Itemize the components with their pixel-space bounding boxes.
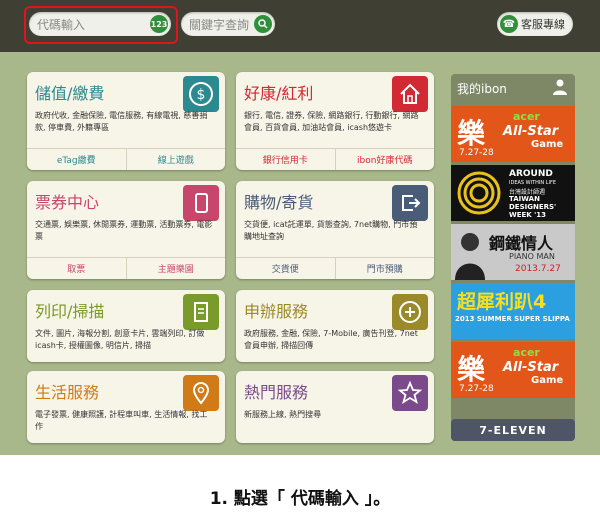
- link-delivery-service[interactable]: 交貨便: [236, 258, 335, 279]
- link-online-games[interactable]: 線上遊戲: [125, 149, 226, 170]
- card-description: 文件, 圖片, 海報分割, 創意卡片, 雲端列印, 訂做icash卡, 授權圖像…: [35, 329, 205, 350]
- banner-all-star: All-Star: [503, 124, 559, 139]
- card-description: 電子發票, 健康照護, 計程車叫車, 生活情報, 找工作: [35, 410, 208, 431]
- link-store-preorder[interactable]: 門市預購: [334, 258, 435, 279]
- card-description: 政府代收, 金融保險, 電信服務, 有線電視, 慈善捐款, 停車費, 外籍專區: [35, 111, 208, 132]
- banner-big-char: 樂: [457, 353, 486, 386]
- card-title: 申辦服務: [244, 302, 309, 321]
- link-etag-payment[interactable]: eTag繳費: [27, 149, 126, 170]
- seven-eleven-logo[interactable]: 7-ELEVEN: [451, 419, 575, 441]
- person-icon: [551, 78, 569, 96]
- card-links: 銀行信用卡 ibon好康代碼: [236, 148, 434, 170]
- banner-game: Game: [531, 139, 564, 150]
- banner-title: 超犀利趴4: [457, 291, 547, 313]
- banner-all-star: All-Star: [503, 360, 559, 375]
- phone-icon: ☎: [500, 15, 518, 33]
- banner-big-char: 樂: [457, 117, 486, 150]
- banner-game: Game: [531, 375, 564, 386]
- document-icon: [183, 294, 219, 330]
- banner-subtitle: 2013 SUMMER SUPER SLIPPA: [455, 315, 570, 323]
- card-topup-payment[interactable]: 儲值/繳費 $ 政府代收, 金融保險, 電信服務, 有線電視, 慈善捐款, 停車…: [27, 72, 225, 170]
- card-application-services[interactable]: 申辦服務 政府服務, 金融, 保險, 7-Mobile, 廣告刊登, 7net會…: [236, 290, 434, 362]
- card-title: 儲值/繳費: [35, 84, 105, 103]
- card-links: 交貨便 門市預購: [236, 257, 434, 279]
- banner-title: 鋼鐵情人: [489, 234, 554, 253]
- banner-super-slippa[interactable]: 超犀利趴4 2013 SUMMER SUPER SLIPPA: [451, 283, 575, 339]
- link-bank-credit-card[interactable]: 銀行信用卡: [236, 149, 335, 170]
- share-icon: [392, 185, 428, 221]
- banner-taiwan: TAIWAN: [509, 195, 540, 203]
- banner-around: AROUND: [509, 169, 553, 179]
- card-popular-services[interactable]: 熱門服務 新服務上線, 熱門搜尋: [236, 371, 434, 443]
- instruction-caption: 1. 點選「 代碼輸入 」。: [209, 489, 391, 509]
- banner-ideas: IDEAS WITHIN LIFE: [509, 180, 556, 186]
- banner-acer: acer: [513, 110, 540, 123]
- card-print-scan[interactable]: 列印/掃描 文件, 圖片, 海報分割, 創意卡片, 雲端列印, 訂做icash卡…: [27, 290, 225, 362]
- keyword-search-placeholder: 關鍵字查詢: [189, 17, 250, 32]
- card-title: 購物/寄貨: [244, 193, 314, 212]
- star-icon: [392, 375, 428, 411]
- banner-all-star-game-2[interactable]: 樂 acer All-Star Game 7.27-28: [451, 342, 575, 398]
- customer-service-button[interactable]: ☎ 客服專線: [497, 12, 573, 36]
- card-title: 列印/掃描: [35, 302, 105, 321]
- ticket-icon: [183, 185, 219, 221]
- banner-acer: acer: [513, 346, 540, 359]
- card-description: 新服務上線, 熱門搜尋: [244, 410, 322, 419]
- banner-all-star-game[interactable]: 樂 acer All-Star Game 7.27-28: [451, 106, 575, 162]
- search-icon[interactable]: [254, 15, 272, 33]
- banner-designers: DESIGNERS': [509, 203, 557, 211]
- card-offers-bonus[interactable]: 好康/紅利 銀行, 電信, 證券, 保險, 網路銀行, 行動銀行, 網路會員, …: [236, 72, 434, 170]
- banner-date: 2013.7.27: [515, 264, 561, 274]
- banner-subtitle: PIANO MAN: [509, 252, 555, 261]
- card-title: 票券中心: [35, 193, 100, 212]
- card-description: 交貨便, icat託運單, 貨態查詢, 7net購物, 門市預購地址查詢: [244, 220, 418, 241]
- svg-text:$: $: [197, 87, 206, 103]
- my-ibon-sidebar: 我的ibon 樂 acer All-Star Game 7.27-28 AROU…: [451, 74, 575, 441]
- card-links: eTag繳費 線上遊戲: [27, 148, 225, 170]
- card-ticket-center[interactable]: 票券中心 交通票, 娛樂票, 休閒票券, 運動票, 活動票券, 電影票 取票 主…: [27, 181, 225, 279]
- plus-icon: [392, 294, 428, 330]
- card-life-services[interactable]: 生活服務 電子發票, 健康照護, 計程車叫車, 生活情報, 找工作: [27, 371, 225, 443]
- banner-piano-man[interactable]: 鋼鐵情人 PIANO MAN 2013.7.27: [451, 224, 575, 280]
- dollar-icon: $: [183, 76, 219, 112]
- link-ibon-offer-code[interactable]: ibon好康代碼: [334, 149, 435, 170]
- banner-date: 7.27-28: [459, 384, 494, 394]
- person-photo-icon: [455, 233, 485, 280]
- code-input-highlight: [24, 6, 178, 44]
- concentric-circles-icon: [457, 171, 501, 215]
- location-icon: [183, 375, 219, 411]
- home-icon: [392, 76, 428, 112]
- my-ibon-title[interactable]: 我的ibon: [457, 80, 507, 97]
- card-description: 銀行, 電信, 證券, 保險, 網路銀行, 行動銀行, 網路會員, 百貨會員, …: [244, 111, 419, 132]
- top-bar: 代碼輸入 123 關鍵字查詢 ☎ 客服專線: [0, 0, 600, 52]
- card-links: 取票 主題樂園: [27, 257, 225, 279]
- card-title: 好康/紅利: [244, 84, 314, 103]
- banner-date: 7.27-28: [459, 148, 494, 158]
- card-description: 政府服務, 金融, 保險, 7-Mobile, 廣告刊登, 7net會員申辦, …: [244, 329, 418, 350]
- card-title: 熱門服務: [244, 383, 309, 402]
- card-description: 交通票, 娛樂票, 休閒票券, 運動票, 活動票券, 電影票: [35, 220, 213, 241]
- keyword-search-input[interactable]: 關鍵字查詢: [181, 12, 275, 36]
- card-title: 生活服務: [35, 383, 100, 402]
- banner-design-week[interactable]: AROUND IDEAS WITHIN LIFE 台灣設計師週 TAIWAN D…: [451, 165, 575, 221]
- card-shopping-shipping[interactable]: 購物/寄貨 交貨便, icat託運單, 貨態查詢, 7net購物, 門市預購地址…: [236, 181, 434, 279]
- banner-week: WEEK '13: [509, 211, 547, 219]
- link-pickup-ticket[interactable]: 取票: [27, 258, 126, 279]
- link-theme-park[interactable]: 主題樂園: [125, 258, 226, 279]
- customer-service-label: 客服專線: [521, 18, 565, 31]
